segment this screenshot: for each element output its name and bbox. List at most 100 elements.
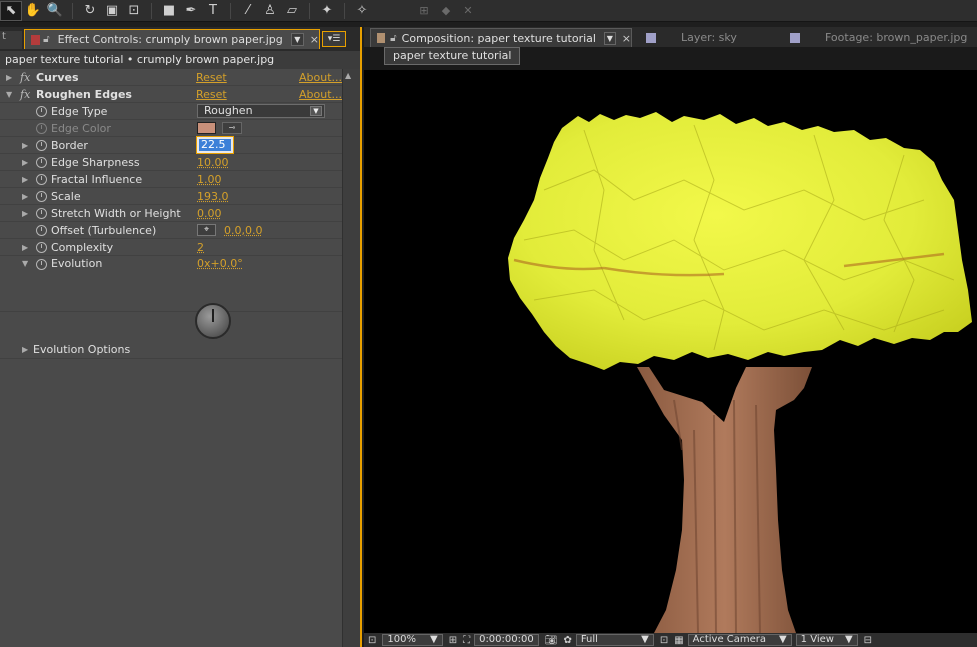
border-value-input[interactable]: 22.5 bbox=[196, 136, 234, 154]
expand-triangle-icon[interactable]: ▶ bbox=[22, 209, 28, 218]
snapshot-icon[interactable]: 📷︎ bbox=[545, 635, 558, 646]
offset-value[interactable]: 0.0,0.0 bbox=[224, 224, 262, 237]
chevron-down-icon[interactable]: ▼ bbox=[603, 31, 616, 45]
safe-zones-icon[interactable]: ⊞ bbox=[449, 635, 457, 646]
eraser-tool[interactable]: ▱ bbox=[281, 1, 303, 21]
reset-link[interactable]: Reset bbox=[196, 71, 227, 84]
stopwatch-icon[interactable] bbox=[36, 105, 47, 117]
puppet-pin-tool[interactable]: ✧ bbox=[351, 1, 373, 21]
pen-tool[interactable]: ✒ bbox=[180, 1, 202, 21]
zoom-tool[interactable]: 🔍 bbox=[44, 1, 66, 21]
reset-link[interactable]: Reset bbox=[196, 88, 227, 101]
effect-row-roughen-edges[interactable]: ▼ fx Roughen Edges Reset About... bbox=[0, 86, 342, 103]
rotate-tool[interactable]: ↻ bbox=[79, 1, 101, 21]
view-axis-icon[interactable]: ✕ bbox=[457, 1, 479, 21]
composition-tab-bar: 🔓︎ Composition: paper texture tutorial ▼… bbox=[364, 27, 977, 47]
scale-value[interactable]: 193.0 bbox=[197, 190, 229, 203]
views-select[interactable]: 1 View ▼ bbox=[795, 634, 858, 646]
chevron-down-icon[interactable]: ▼ bbox=[290, 33, 304, 46]
close-icon[interactable]: × bbox=[310, 33, 319, 46]
expand-triangle-icon[interactable]: ▶ bbox=[22, 243, 28, 252]
roto-brush-tool[interactable]: ✦ bbox=[316, 1, 338, 21]
region-of-interest-icon[interactable]: ⊡ bbox=[660, 635, 668, 646]
selection-tool[interactable]: ⬉ bbox=[0, 0, 22, 21]
composition-canvas bbox=[508, 112, 972, 633]
stopwatch-icon[interactable] bbox=[36, 173, 47, 185]
property-row-edge-color: Edge Color ⊸ bbox=[0, 120, 342, 137]
current-time-display[interactable]: 0:00:00:00 bbox=[474, 634, 539, 646]
pan-behind-tool[interactable]: ⊡ bbox=[123, 1, 145, 21]
fx-icon[interactable]: fx bbox=[20, 88, 30, 101]
stopwatch-icon[interactable] bbox=[36, 241, 47, 253]
tab-layer[interactable]: Layer: sky bbox=[646, 28, 737, 47]
fx-icon[interactable]: fx bbox=[20, 71, 30, 84]
clone-stamp-tool[interactable]: ♙ bbox=[259, 1, 281, 21]
stopwatch-icon[interactable] bbox=[36, 190, 47, 202]
stopwatch-icon[interactable] bbox=[36, 139, 47, 151]
expand-triangle-icon[interactable]: ▶ bbox=[22, 192, 28, 201]
collapse-triangle-icon[interactable]: ▼ bbox=[6, 90, 12, 99]
complexity-value[interactable]: 2 bbox=[197, 241, 204, 254]
mask-visibility-icon[interactable]: ⛶ bbox=[463, 635, 470, 646]
stopwatch-icon[interactable] bbox=[36, 259, 47, 270]
about-link[interactable]: About... bbox=[299, 71, 342, 84]
stopwatch-icon[interactable] bbox=[36, 207, 47, 219]
local-axis-icon[interactable]: ⊞ bbox=[413, 1, 435, 21]
hand-tool[interactable]: ✋ bbox=[22, 1, 44, 21]
edge-sharpness-value[interactable]: 10.00 bbox=[197, 156, 229, 169]
camera-tool[interactable]: ▣ bbox=[101, 1, 123, 21]
rectangle-tool[interactable]: ■ bbox=[158, 1, 180, 21]
lock-icon[interactable]: 🔓︎ bbox=[43, 34, 49, 45]
about-link[interactable]: About... bbox=[299, 88, 342, 101]
toggle-pixel-aspect-icon[interactable]: ⊟ bbox=[864, 635, 872, 646]
crosshair-icon[interactable]: ⌖ bbox=[197, 224, 216, 236]
channel-icon[interactable]: ✿ bbox=[563, 635, 571, 646]
property-label: Scale bbox=[51, 189, 81, 203]
evolution-angle-dial[interactable] bbox=[195, 303, 231, 339]
lock-icon[interactable]: 🔓︎ bbox=[390, 33, 396, 44]
fractal-influence-value[interactable]: 1.00 bbox=[197, 173, 222, 186]
stopwatch-icon[interactable] bbox=[36, 156, 47, 168]
type-tool[interactable]: T bbox=[202, 1, 224, 21]
chevron-down-icon[interactable]: ▼ bbox=[310, 106, 322, 116]
camera-value: Active Camera bbox=[692, 634, 767, 645]
property-label: Evolution bbox=[51, 257, 103, 270]
tab-footage[interactable]: Footage: brown_paper.jpg bbox=[790, 28, 967, 47]
effect-row-curves[interactable]: ▶ fx Curves Reset About... bbox=[0, 69, 342, 86]
expand-triangle-icon[interactable]: ▶ bbox=[22, 345, 28, 354]
expand-triangle-icon[interactable]: ▶ bbox=[22, 141, 28, 150]
world-axis-icon[interactable]: ◆ bbox=[435, 1, 457, 21]
effect-name: Roughen Edges bbox=[36, 87, 132, 101]
expand-triangle-icon[interactable]: ▶ bbox=[22, 175, 28, 184]
property-label: Edge Sharpness bbox=[51, 155, 140, 169]
eyedropper-icon[interactable]: ⊸ bbox=[222, 122, 242, 134]
edge-color-swatch[interactable] bbox=[197, 122, 216, 134]
stretch-value[interactable]: 0.00 bbox=[197, 207, 222, 220]
panel-menu-button[interactable]: ▾☰ bbox=[322, 31, 346, 47]
brush-tool[interactable]: ⁄ bbox=[237, 1, 259, 21]
expand-triangle-icon[interactable]: ▶ bbox=[22, 158, 28, 167]
property-row-edge-type: Edge Type Roughen ▼ bbox=[0, 103, 342, 120]
evolution-value[interactable]: 0x+0.0° bbox=[197, 257, 243, 270]
tab-effect-controls[interactable]: 🔓︎ Effect Controls: crumply brown paper.… bbox=[24, 29, 320, 49]
project-tab-stub[interactable]: t bbox=[0, 31, 22, 49]
collapse-triangle-icon[interactable]: ▼ bbox=[22, 259, 28, 268]
scroll-up-icon[interactable]: ▲ bbox=[345, 71, 351, 80]
composition-subtab[interactable]: paper texture tutorial bbox=[384, 47, 521, 65]
viewer-bottom-bar: ⊡ 100% ▼ ⊞ ⛶ 0:00:00:00 📷︎ ✿ Full ▼ ⊡ ▦ … bbox=[364, 633, 977, 647]
resolution-select[interactable]: Full ▼ bbox=[575, 634, 654, 646]
tree-canopy-shape bbox=[508, 112, 972, 370]
expand-triangle-icon[interactable]: ▶ bbox=[6, 73, 12, 82]
stopwatch-icon[interactable] bbox=[36, 224, 47, 236]
active-panel-highlight bbox=[360, 27, 362, 647]
chevron-down-icon: ▼ bbox=[641, 634, 649, 645]
magnification-select[interactable]: 100% ▼ bbox=[382, 634, 443, 646]
transparency-grid-icon[interactable]: ▦ bbox=[674, 635, 683, 646]
vertical-scrollbar[interactable]: ▲ ▼ bbox=[342, 69, 360, 647]
camera-select[interactable]: Active Camera ▼ bbox=[687, 634, 792, 646]
close-icon[interactable]: × bbox=[622, 32, 631, 45]
composition-viewer[interactable] bbox=[364, 70, 977, 633]
tab-composition[interactable]: 🔓︎ Composition: paper texture tutorial ▼… bbox=[370, 28, 632, 47]
always-preview-icon[interactable]: ⊡ bbox=[368, 635, 376, 646]
edge-type-select[interactable]: Roughen ▼ bbox=[197, 104, 325, 118]
